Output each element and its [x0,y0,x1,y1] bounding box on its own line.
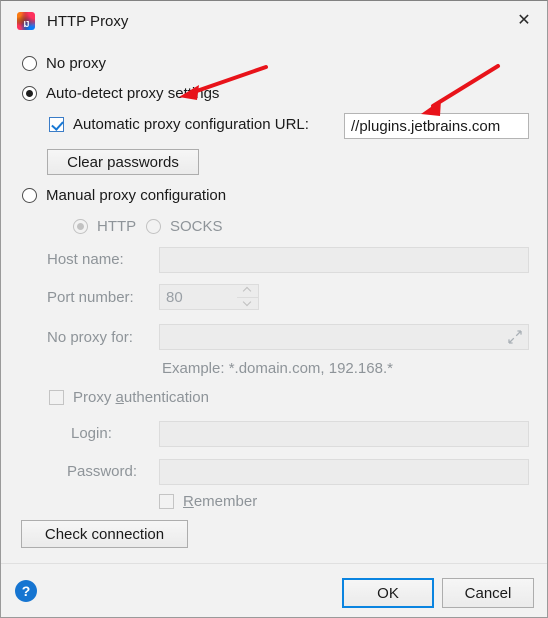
proxy-auth-label-part1: Proxy [73,389,116,406]
example-hint: Example: *.domain.com, 192.168.* [162,360,393,377]
auto-detect-radio-indicator [22,86,37,101]
radio-socks[interactable]: SOCKS [146,218,223,235]
no-proxy-radio-indicator [22,56,37,71]
window-title: HTTP Proxy [47,12,129,30]
chevron-up-icon [244,287,251,294]
manual-label: Manual proxy configuration [46,187,227,204]
clear-passwords-button[interactable]: Clear passwords [47,149,199,175]
remember-label-part2: emember [193,493,258,510]
password-label: Password: [67,463,138,480]
chevron-down-icon [244,300,251,307]
checkbox-automatic-proxy-config-url[interactable]: Automatic proxy configuration URL: [49,116,309,133]
dialog-footer: ? OK Cancel [1,563,547,617]
no-proxy-for-label: No proxy for: [47,329,133,346]
port-number-stepper[interactable]: 80 [159,284,259,310]
no-proxy-label: No proxy [46,55,107,72]
pac-url-input[interactable]: //plugins.jetbrains.com [344,113,529,139]
socks-radio-indicator [146,219,161,234]
expand-icon[interactable] [508,330,522,344]
no-proxy-for-input[interactable] [159,324,529,350]
radio-http[interactable]: HTTP [73,218,136,235]
port-spinner-up[interactable] [237,285,258,298]
checkbox-remember[interactable]: Remember [159,493,257,510]
http-proxy-dialog: HTTP Proxy ✕ No proxy Auto-detect proxy … [0,0,548,618]
http-label: HTTP [97,218,137,235]
dialog-content: No proxy Auto-detect proxy settings Auto… [1,41,547,563]
port-spinner[interactable] [237,284,259,310]
title-bar: HTTP Proxy ✕ [1,1,547,41]
remember-mnemonic: R [183,493,194,510]
host-name-label: Host name: [47,251,124,268]
port-spinner-down[interactable] [237,298,258,310]
close-icon[interactable]: ✕ [501,1,547,39]
socks-label: SOCKS [170,218,223,235]
ok-button[interactable]: OK [342,578,434,608]
port-number-input[interactable]: 80 [159,284,237,310]
radio-manual-proxy-configuration[interactable]: Manual proxy configuration [22,187,226,204]
proxy-auth-label: Proxy authentication [73,389,209,406]
intellij-idea-icon [17,12,35,30]
login-label: Login: [71,425,112,442]
radio-no-proxy[interactable]: No proxy [22,55,106,72]
cancel-button[interactable]: Cancel [442,578,534,608]
check-connection-button[interactable]: Check connection [21,520,188,548]
pac-checkbox-indicator [49,117,64,132]
manual-radio-indicator [22,188,37,203]
proxy-auth-mnemonic: a [115,389,124,406]
auto-detect-label: Auto-detect proxy settings [46,85,220,102]
radio-auto-detect-proxy-settings[interactable]: Auto-detect proxy settings [22,85,219,102]
proxy-auth-label-part2: uthentication [123,389,209,406]
port-number-label: Port number: [47,289,134,306]
pac-checkbox-label: Automatic proxy configuration URL: [73,116,309,133]
host-name-input[interactable] [159,247,529,273]
http-radio-indicator [73,219,88,234]
help-icon[interactable]: ? [15,580,37,602]
remember-label: Remember [183,493,257,510]
password-input[interactable] [159,459,529,485]
remember-checkbox-indicator [159,494,174,509]
proxy-auth-checkbox-indicator [49,390,64,405]
login-input[interactable] [159,421,529,447]
checkbox-proxy-authentication[interactable]: Proxy authentication [49,389,209,406]
